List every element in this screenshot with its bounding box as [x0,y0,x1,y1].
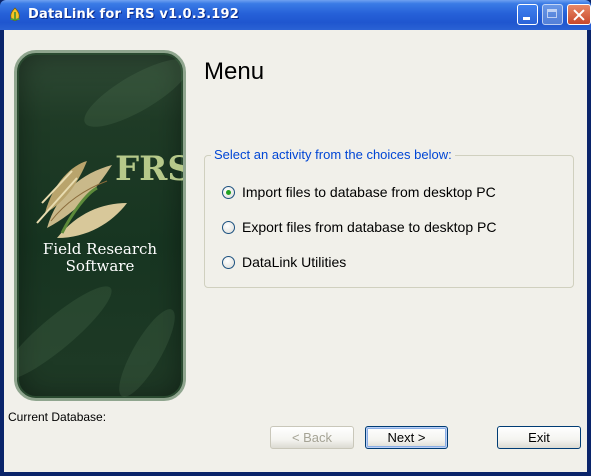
activity-group: Select an activity from the choices belo… [204,147,574,288]
logo-text-line2: Software [65,257,135,275]
option-utilities-label[interactable]: DataLink Utilities [242,254,346,270]
radio-utilities[interactable] [222,255,235,269]
close-icon[interactable] [567,4,591,25]
logo-letters: FRS [115,149,186,189]
option-import-label[interactable]: Import files to database from desktop PC [242,184,496,200]
option-export-label[interactable]: Export files from database to desktop PC [242,219,496,235]
group-label: Select an activity from the choices belo… [211,147,455,162]
option-export[interactable]: Export files from database to desktop PC [222,218,496,236]
option-utilities[interactable]: DataLink Utilities [222,253,346,271]
current-database-label: Current Database: [8,410,107,424]
radio-import[interactable] [222,185,235,199]
window-title: DataLink for FRS v1.0.3.192 [28,7,239,22]
app-icon [6,6,24,24]
exit-button[interactable]: Exit [497,426,581,449]
dialog-client-area: FRS Field Research Software Menu Select … [4,30,587,472]
logo-text-line1: Field Research [42,240,158,258]
minimize-icon[interactable] [517,4,538,25]
app-window: DataLink for FRS v1.0.3.192 FRS Field Re… [0,0,591,476]
next-button[interactable]: Next > [365,426,448,449]
corn-icon [36,161,127,238]
option-import[interactable]: Import files to database from desktop PC [222,183,496,201]
page-title: Menu [204,58,265,85]
radio-export[interactable] [222,220,235,234]
maximize-icon [542,4,563,25]
title-bar[interactable]: DataLink for FRS v1.0.3.192 [0,0,591,30]
back-button[interactable]: < Back [270,426,354,449]
frs-logo: FRS Field Research Software [14,50,186,401]
